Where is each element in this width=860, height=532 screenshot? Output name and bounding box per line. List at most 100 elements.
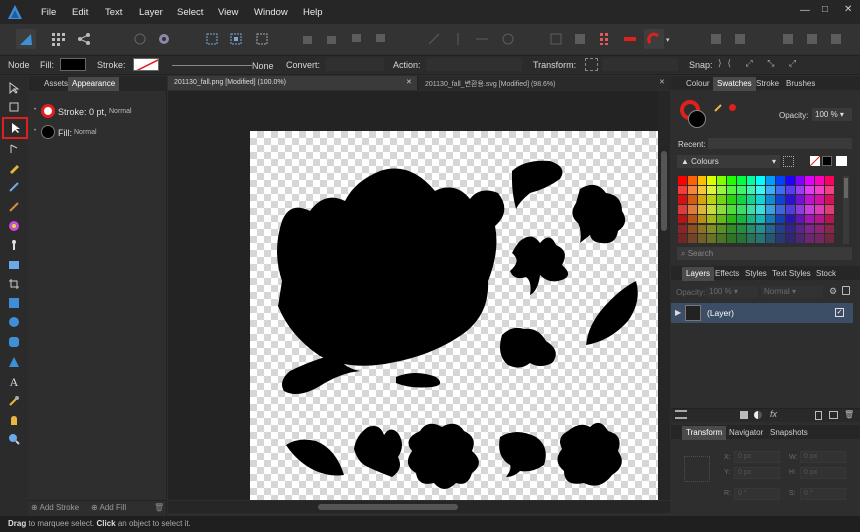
outline-view-icon[interactable]: [802, 29, 822, 49]
flip-vertical-icon[interactable]: [472, 29, 492, 49]
color-swatch[interactable]: [815, 185, 824, 195]
color-swatch[interactable]: [736, 205, 746, 214]
color-swatch[interactable]: [766, 185, 775, 195]
current-color-dot[interactable]: [729, 104, 736, 111]
color-swatch[interactable]: [766, 214, 775, 224]
fx-icon[interactable]: fx: [770, 409, 777, 419]
color-swatch[interactable]: [717, 176, 726, 185]
color-swatch[interactable]: [785, 185, 795, 195]
ellipse-tool-icon[interactable]: [5, 313, 23, 331]
trash-icon[interactable]: 🗑: [154, 503, 164, 512]
arrange-back-icon[interactable]: [298, 29, 318, 49]
convert-buttons[interactable]: [326, 58, 384, 71]
pixel-persona-icon[interactable]: [48, 29, 68, 49]
color-swatch[interactable]: [785, 195, 795, 205]
flip-horizontal-icon[interactable]: [448, 29, 468, 49]
crop-tool-icon[interactable]: [5, 275, 23, 293]
snapping-align-icon[interactable]: [620, 29, 640, 49]
document-setup-icon[interactable]: [130, 29, 150, 49]
layer-name[interactable]: (Layer): [707, 308, 734, 318]
color-swatch[interactable]: [776, 234, 785, 243]
close-tab-icon[interactable]: ✕: [406, 78, 412, 86]
rotate-right-icon[interactable]: [546, 29, 566, 49]
color-swatch[interactable]: [678, 205, 687, 214]
color-swatch[interactable]: [805, 214, 815, 224]
insert-snap-icon[interactable]: [202, 29, 222, 49]
color-swatch[interactable]: [815, 176, 824, 185]
color-picker-tool-icon[interactable]: [5, 392, 23, 410]
w-field[interactable]: 0 px: [800, 451, 846, 463]
snapping-magnet-icon[interactable]: [644, 29, 664, 49]
layer-settings-icon[interactable]: ⚙: [829, 286, 837, 297]
color-swatch[interactable]: [746, 234, 756, 243]
fill-stroke-well[interactable]: [680, 100, 710, 130]
layers-stack-icon[interactable]: [675, 410, 687, 419]
color-swatch[interactable]: [805, 185, 815, 195]
delete-layer-icon[interactable]: 🗑: [844, 410, 854, 419]
color-swatch[interactable]: [805, 195, 815, 205]
color-swatch[interactable]: [795, 185, 805, 195]
mask-layer-icon[interactable]: [740, 411, 748, 419]
tab-transform[interactable]: Transform: [682, 426, 727, 440]
color-swatch[interactable]: [825, 234, 834, 243]
color-swatch[interactable]: [795, 176, 805, 185]
color-swatch[interactable]: [727, 224, 736, 234]
color-swatch[interactable]: [825, 214, 834, 224]
color-swatch[interactable]: [687, 234, 697, 243]
tab-swatches[interactable]: Swatches: [713, 77, 756, 91]
color-swatch[interactable]: [697, 185, 707, 195]
palette-select[interactable]: ▲ Colours ▾: [677, 155, 780, 168]
artboard-tool-icon[interactable]: [5, 98, 23, 116]
h-field[interactable]: 0 px: [800, 467, 846, 479]
color-swatch[interactable]: [697, 234, 707, 243]
white-swatch[interactable]: [836, 156, 847, 166]
color-swatch[interactable]: [746, 224, 756, 234]
fill-row[interactable]: • Fill: Normal: [34, 125, 164, 139]
color-swatch[interactable]: [707, 185, 717, 195]
color-swatch[interactable]: [795, 234, 805, 243]
vector-brush-tool-icon[interactable]: [5, 198, 23, 216]
tab-brushes[interactable]: Brushes: [782, 77, 819, 91]
color-swatch[interactable]: [717, 214, 726, 224]
menu-file[interactable]: File: [41, 7, 56, 18]
color-swatch[interactable]: [736, 234, 746, 243]
add-layer-icon[interactable]: [815, 411, 822, 420]
rotate-left-icon[interactable]: [498, 29, 518, 49]
color-swatch[interactable]: [795, 214, 805, 224]
x-field[interactable]: 0 px: [734, 451, 780, 463]
color-swatch[interactable]: [776, 185, 785, 195]
color-swatch[interactable]: [805, 234, 815, 243]
picker-icon[interactable]: [714, 102, 724, 112]
color-swatch[interactable]: [678, 176, 687, 185]
menu-edit[interactable]: Edit: [72, 7, 88, 18]
color-swatch[interactable]: [736, 214, 746, 224]
snap-buttons[interactable]: ⟩⟨ ⤢ ⤡ ⤢: [718, 58, 826, 71]
color-swatch[interactable]: [795, 195, 805, 205]
menu-select[interactable]: Select: [177, 7, 203, 18]
layer-visibility-checkbox[interactable]: ✓: [835, 308, 844, 317]
action-buttons[interactable]: [426, 58, 522, 71]
color-swatch[interactable]: [707, 234, 717, 243]
color-swatch[interactable]: [697, 224, 707, 234]
color-swatch[interactable]: [736, 176, 746, 185]
color-swatch[interactable]: [825, 185, 834, 195]
menu-layer[interactable]: Layer: [139, 7, 163, 18]
recent-swatches[interactable]: [708, 138, 852, 149]
color-swatch[interactable]: [727, 234, 736, 243]
color-swatch[interactable]: [795, 224, 805, 234]
stroke-swatch[interactable]: [133, 58, 159, 71]
pixel-view-icon[interactable]: [778, 29, 798, 49]
shear-field[interactable]: 0 °: [800, 488, 846, 500]
arrange-backward-icon[interactable]: [322, 29, 342, 49]
color-swatch[interactable]: [756, 205, 766, 214]
tab-stock[interactable]: Stock: [812, 267, 840, 281]
none-swatch[interactable]: [810, 156, 820, 166]
color-swatch[interactable]: [825, 205, 834, 214]
arrange-front-icon[interactable]: [370, 29, 390, 49]
add-stroke-button[interactable]: ⊕ Add Stroke: [31, 503, 79, 512]
triangle-tool-icon[interactable]: [5, 353, 23, 371]
horizontal-scrollbar[interactable]: [168, 501, 670, 513]
color-swatch[interactable]: [687, 205, 697, 214]
color-swatch[interactable]: [815, 224, 824, 234]
maximize-button[interactable]: □: [822, 4, 828, 15]
